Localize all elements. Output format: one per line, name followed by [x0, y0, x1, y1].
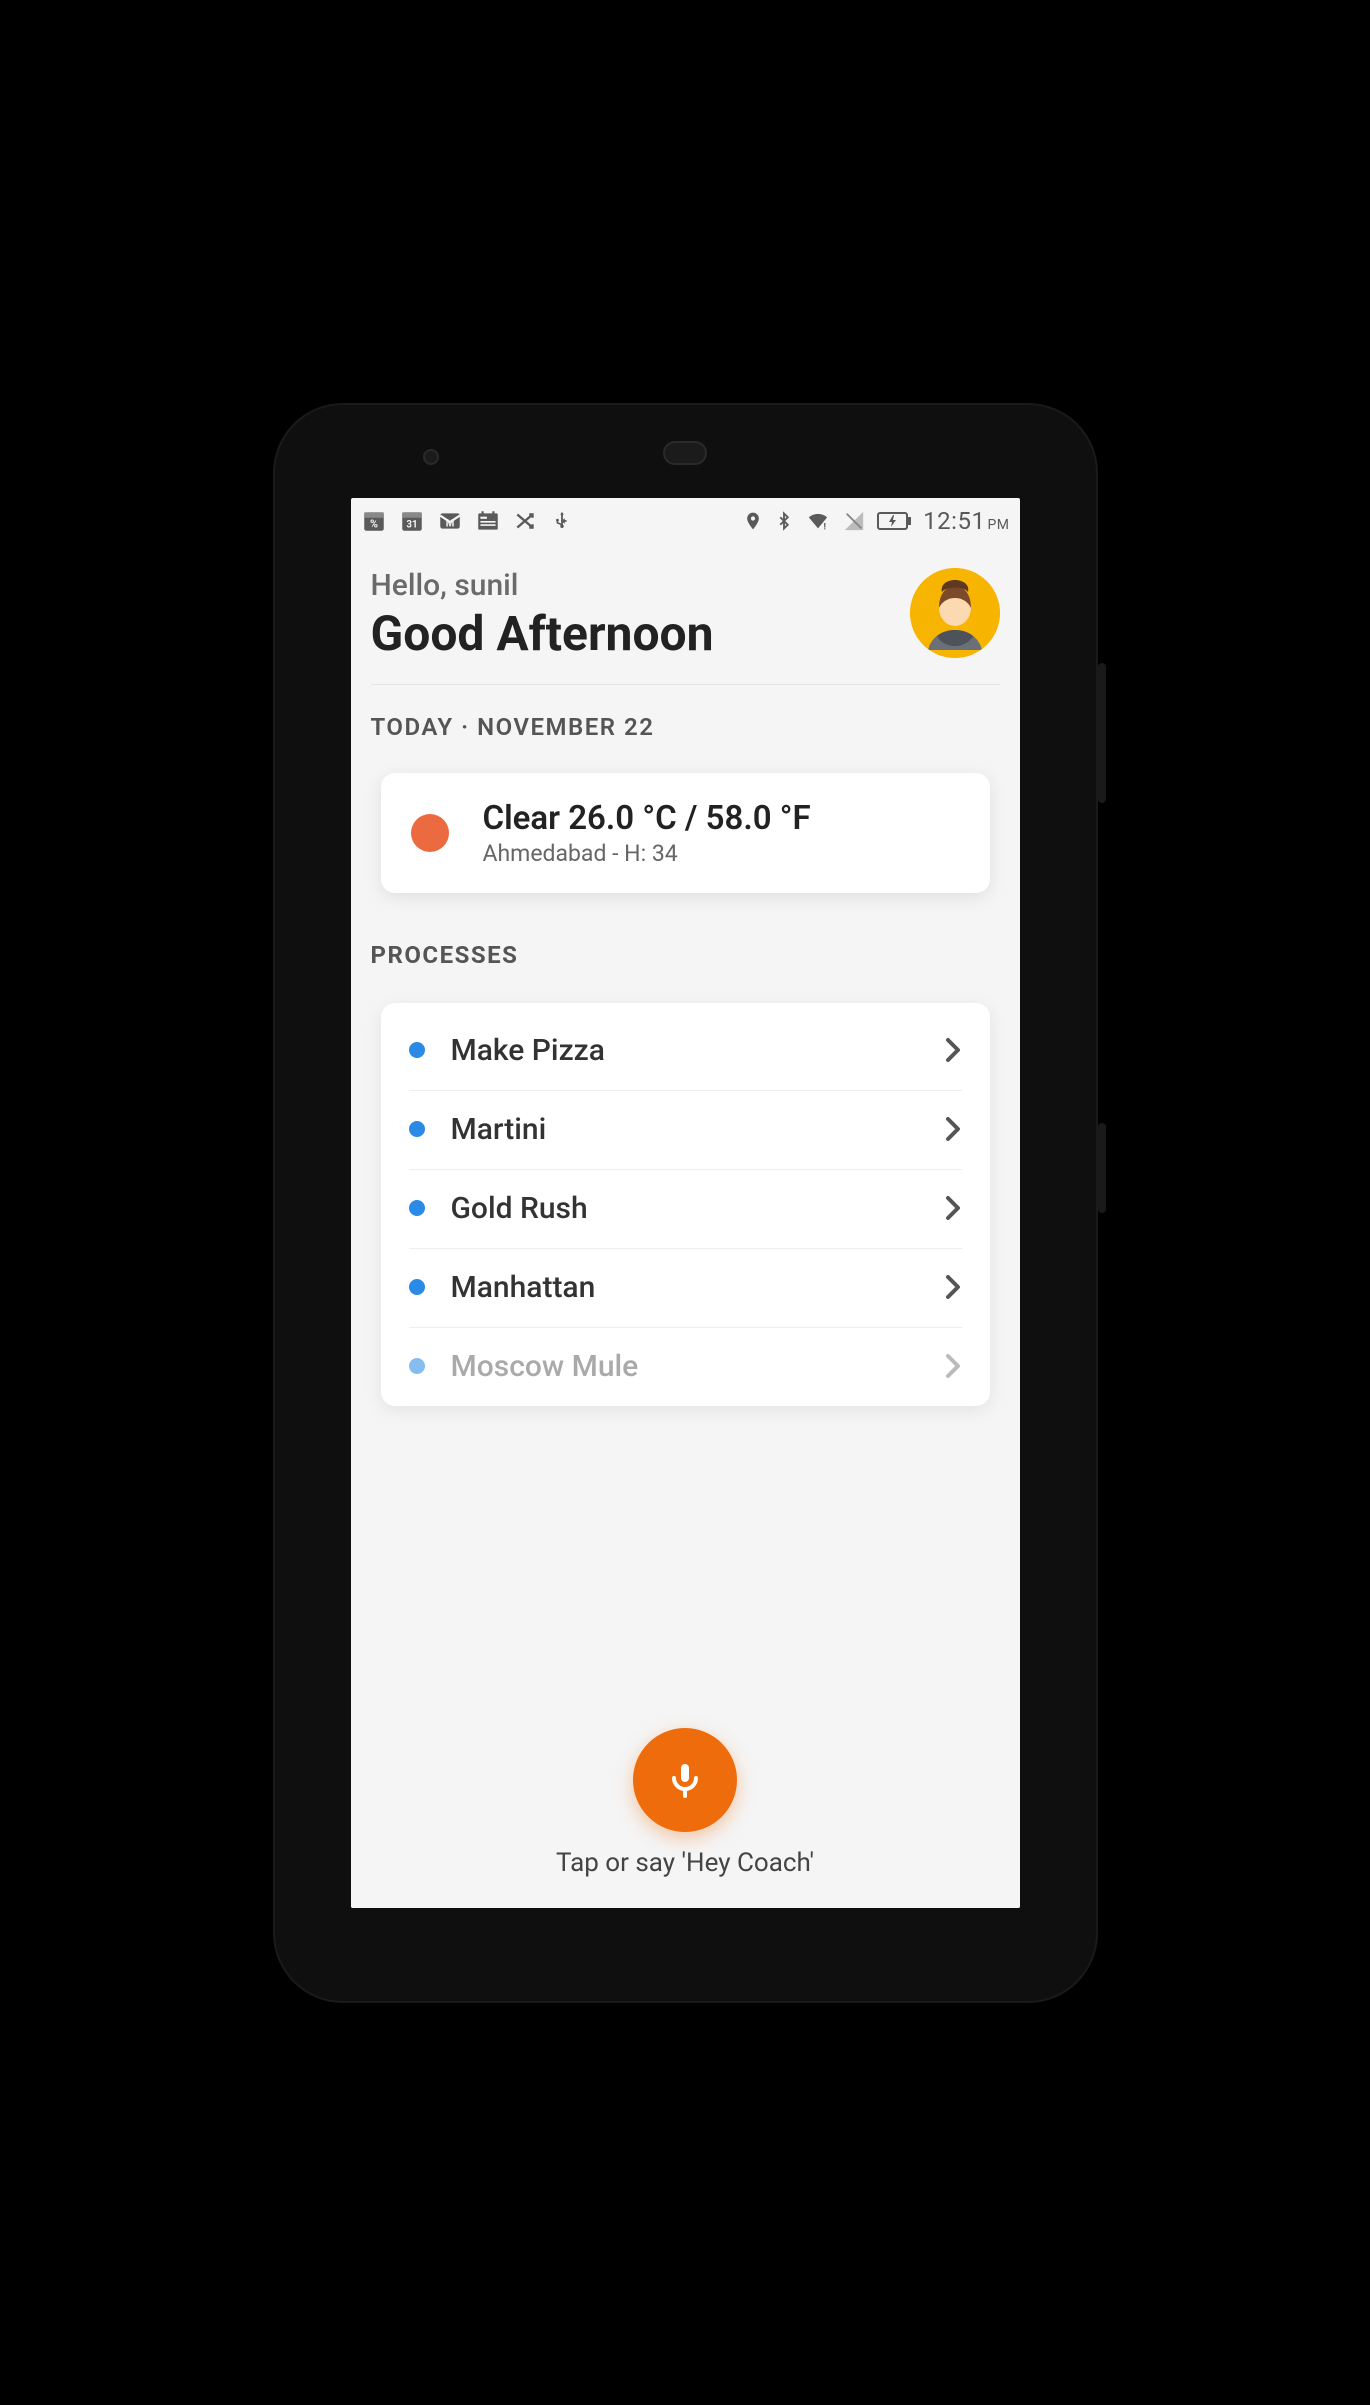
process-item[interactable]: Martini — [381, 1090, 990, 1169]
calendar-31-icon: 31 — [399, 508, 425, 534]
usb-icon — [551, 508, 573, 534]
status-right-icons: ! 12:51PM — [743, 507, 1009, 535]
weather-card[interactable]: Clear 26.0 °C / 58.0 °F Ahmedabad - H: 3… — [381, 773, 990, 893]
header-divider — [371, 684, 1000, 685]
weather-subline: Ahmedabad - H: 34 — [483, 840, 811, 867]
chevron-right-icon — [944, 1194, 962, 1222]
app-content: Hello, sunil Good Afternoon TODAY · NOVE… — [351, 544, 1020, 1908]
svg-text:31: 31 — [406, 519, 417, 530]
greeting-block: Hello, sunil Good Afternoon — [371, 568, 714, 662]
svg-text:!: ! — [824, 522, 826, 532]
microphone-button[interactable] — [633, 1728, 737, 1832]
device-frame: % 31 M — [273, 403, 1098, 2003]
bullet-icon — [409, 1200, 425, 1216]
process-item[interactable]: Gold Rush — [381, 1169, 990, 1248]
bullet-icon — [409, 1042, 425, 1058]
process-label: Gold Rush — [451, 1191, 918, 1226]
wifi-icon: ! — [805, 510, 831, 532]
process-item[interactable]: Moscow Mule — [381, 1327, 990, 1406]
chevron-right-icon — [944, 1352, 962, 1380]
bluetooth-icon — [775, 509, 793, 533]
device-speaker — [663, 441, 707, 465]
greeting-hello: Hello, sunil — [371, 568, 714, 603]
news-icon — [475, 508, 501, 534]
status-left-icons: % 31 M — [361, 508, 573, 534]
chevron-right-icon — [944, 1115, 962, 1143]
process-label: Make Pizza — [451, 1033, 918, 1068]
svg-text:M: M — [445, 518, 454, 529]
battery-charging-icon — [877, 512, 911, 530]
date-line: TODAY · NOVEMBER 22 — [371, 713, 1000, 741]
voice-area: Tap or say 'Hey Coach' — [351, 1728, 1020, 1878]
processes-title: PROCESSES — [371, 941, 1000, 969]
bullet-icon — [409, 1121, 425, 1137]
voice-hint: Tap or say 'Hey Coach' — [556, 1848, 814, 1878]
process-item[interactable]: Manhattan — [381, 1248, 990, 1327]
status-bar: % 31 M — [351, 498, 1020, 544]
greeting-time-of-day: Good Afternoon — [371, 605, 714, 662]
process-item[interactable]: Make Pizza — [381, 1011, 990, 1090]
weather-headline: Clear 26.0 °C / 58.0 °F — [483, 799, 811, 838]
process-label: Martini — [451, 1112, 918, 1147]
location-icon — [743, 509, 763, 533]
status-time: 12:51PM — [923, 507, 1009, 535]
weather-text: Clear 26.0 °C / 58.0 °F Ahmedabad - H: 3… — [483, 799, 811, 867]
screen: % 31 M — [351, 498, 1020, 1908]
chevron-right-icon — [944, 1036, 962, 1064]
chevron-right-icon — [944, 1273, 962, 1301]
device-camera — [423, 449, 439, 465]
calendar-sale-icon: % — [361, 508, 387, 534]
bullet-icon — [409, 1279, 425, 1295]
bullet-icon — [409, 1358, 425, 1374]
process-label: Moscow Mule — [451, 1349, 918, 1384]
avatar[interactable] — [910, 568, 1000, 658]
sim-off-icon — [843, 510, 865, 532]
weather-icon — [411, 814, 449, 852]
mail-icon: M — [437, 508, 463, 534]
process-label: Manhattan — [451, 1270, 918, 1305]
processes-card: Make Pizza Martini Gold Rush Manhattan Mosco… — [381, 1003, 990, 1406]
header: Hello, sunil Good Afternoon — [371, 568, 1000, 662]
crossed-arrows-icon — [513, 508, 539, 534]
svg-text:%: % — [369, 517, 377, 530]
